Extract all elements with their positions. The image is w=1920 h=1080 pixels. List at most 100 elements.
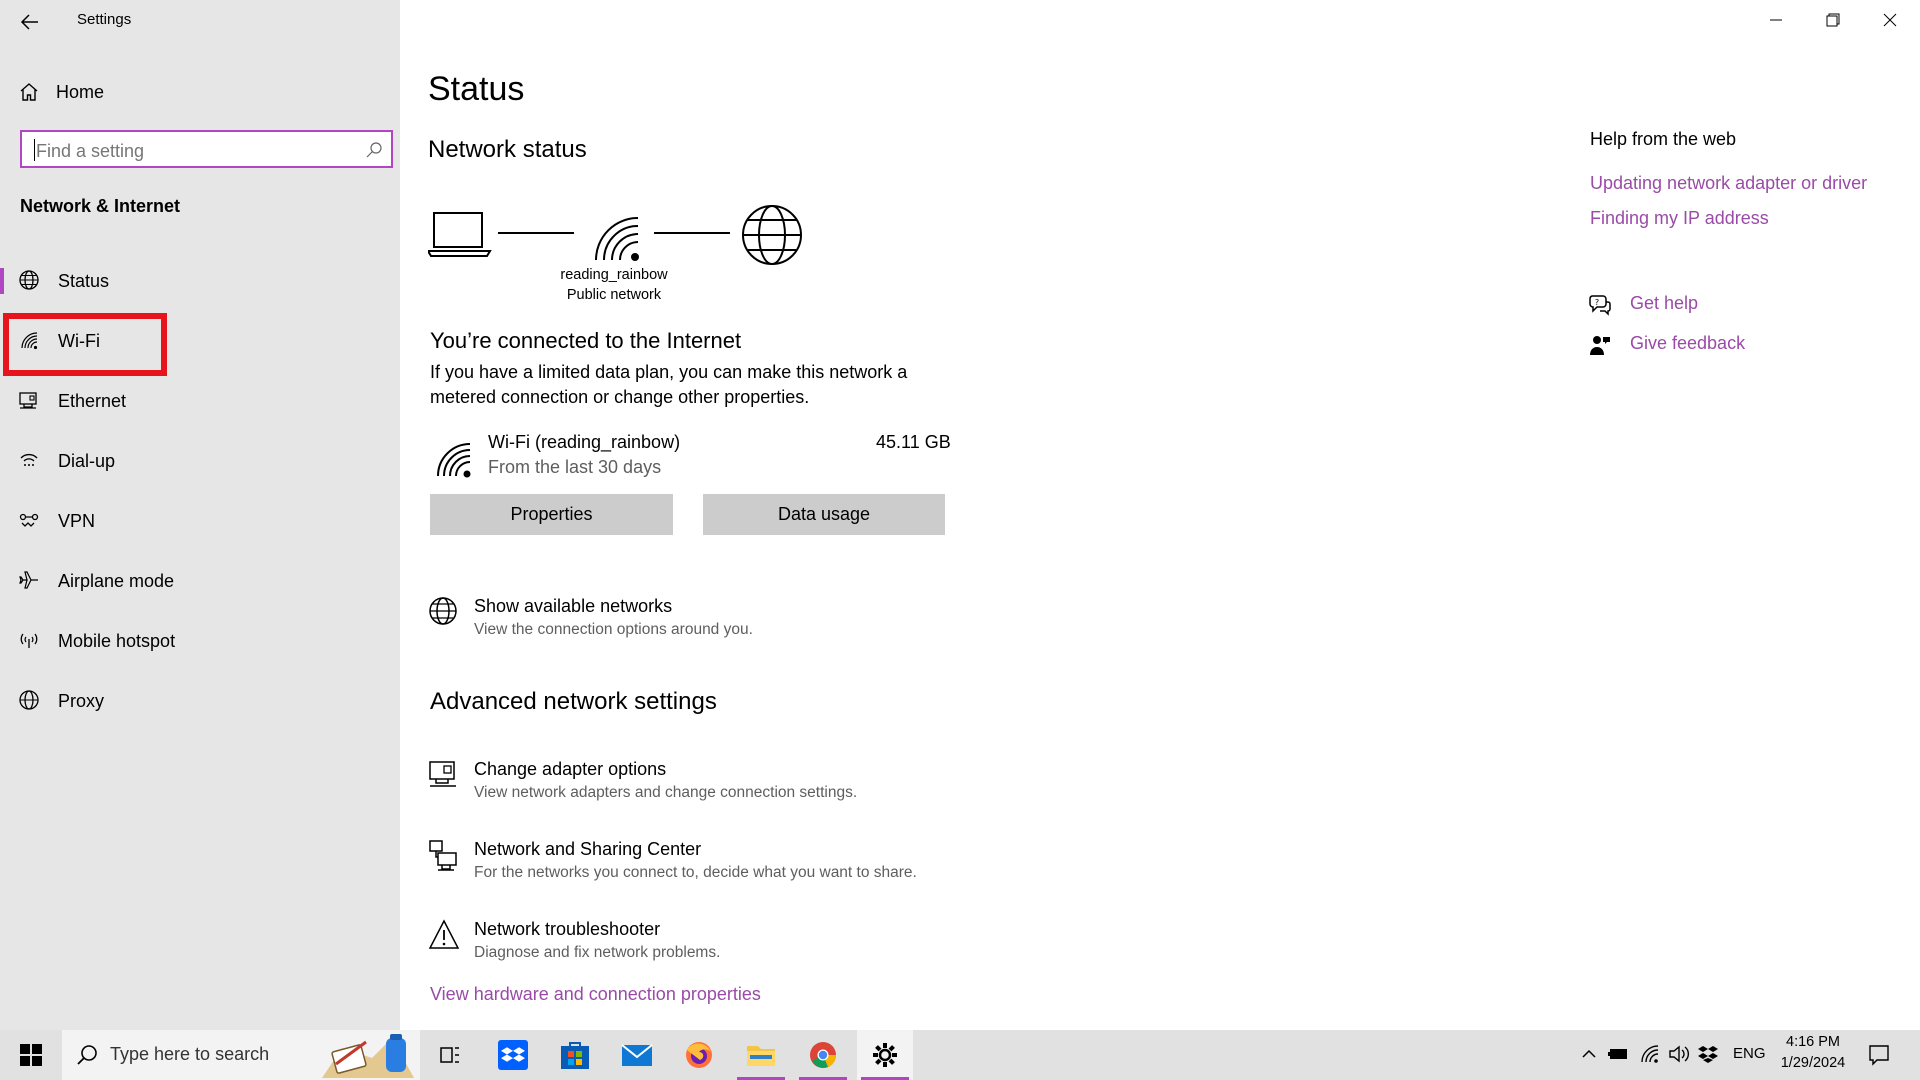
- help-heading: Help from the web: [1590, 129, 1737, 149]
- find-setting-search[interactable]: [20, 130, 393, 168]
- restore-button[interactable]: [1805, 0, 1861, 40]
- sidebar-item-label: Mobile hotspot: [58, 630, 176, 651]
- hardware-properties-link[interactable]: View hardware and connection properties: [430, 984, 761, 1005]
- store-icon: [560, 1040, 590, 1070]
- sidebar-item-dialup[interactable]: Dial-up: [0, 436, 400, 486]
- volume-icon[interactable]: [1668, 1044, 1690, 1064]
- sidebar-item-label: Proxy: [58, 690, 105, 711]
- chrome-icon: [808, 1040, 838, 1070]
- sidebar-item-label: Ethernet: [58, 390, 127, 411]
- taskbar-search-text: Type here to search: [110, 1044, 270, 1064]
- setting-subtitle: View network adapters and change connect…: [474, 784, 858, 801]
- globe-icon: [428, 596, 458, 628]
- firefox-icon: [684, 1040, 714, 1070]
- taskbar-app-dropbox[interactable]: [485, 1030, 541, 1080]
- network-status-heading: Network status: [428, 136, 587, 163]
- home-label: Home: [56, 81, 105, 102]
- globe-icon: [18, 269, 42, 293]
- get-help-link[interactable]: Get help: [1630, 293, 1698, 314]
- taskbar-search-box[interactable]: Type here to search: [62, 1030, 420, 1080]
- setting-title: Network and Sharing Center: [474, 839, 702, 859]
- taskbar-app-chrome[interactable]: [795, 1030, 851, 1080]
- action-center-notification-icon[interactable]: [1868, 1044, 1890, 1066]
- wifi-connection-icon: [434, 440, 474, 480]
- sidebar: Settings Home Network & Internet Status …: [0, 0, 400, 1030]
- sidebar-item-label: VPN: [58, 510, 96, 531]
- close-icon: [1883, 13, 1897, 27]
- ethernet-icon: [18, 389, 42, 413]
- minimize-icon: [1769, 13, 1783, 27]
- help-link-adapter-driver[interactable]: Updating network adapter or driver: [1590, 173, 1867, 194]
- wifi-tray-icon[interactable]: [1640, 1044, 1660, 1064]
- dropbox-tray-icon[interactable]: [1698, 1044, 1718, 1064]
- airplane-icon: [18, 569, 42, 593]
- setting-subtitle: Diagnose and fix network problems.: [474, 944, 721, 961]
- search-icon: [76, 1044, 98, 1066]
- properties-button[interactable]: Properties: [430, 494, 673, 535]
- taskbar-app-file-explorer[interactable]: [733, 1030, 789, 1080]
- sidebar-item-airplane-mode[interactable]: Airplane mode: [0, 556, 400, 606]
- network-type: Public network: [566, 287, 662, 303]
- connection-description: If you have a limited data plan, you can…: [430, 362, 908, 407]
- taskbar-app-store[interactable]: [547, 1030, 603, 1080]
- internet-globe-icon: [742, 205, 802, 265]
- sidebar-item-mobile-hotspot[interactable]: Mobile hotspot: [0, 616, 400, 666]
- setting-subtitle: View the connection options around you.: [474, 621, 753, 638]
- advanced-settings-heading: Advanced network settings: [430, 688, 717, 715]
- get-help-icon: ?: [1588, 293, 1612, 317]
- task-view-button[interactable]: [422, 1030, 478, 1080]
- setting-title: Show available networks: [474, 596, 673, 616]
- dropbox-icon: [498, 1040, 528, 1070]
- sidebar-item-label: Airplane mode: [58, 570, 175, 591]
- mail-icon: [621, 1042, 653, 1068]
- warning-icon: [428, 919, 460, 951]
- connected-heading: You’re connected to the Internet: [430, 328, 742, 353]
- help-link-ip-address[interactable]: Finding my IP address: [1590, 208, 1769, 229]
- sidebar-item-vpn[interactable]: VPN: [0, 496, 400, 546]
- sidebar-item-label: Status: [58, 270, 110, 291]
- back-arrow-icon[interactable]: [18, 10, 42, 34]
- sidebar-item-status[interactable]: Status: [0, 256, 400, 306]
- sidebar-item-proxy[interactable]: Proxy: [0, 676, 400, 726]
- page-title: Status: [428, 70, 525, 108]
- vpn-icon: [18, 509, 42, 533]
- highlight-box: [3, 313, 167, 376]
- setting-title: Change adapter options: [474, 759, 667, 779]
- close-button[interactable]: [1862, 0, 1918, 40]
- search-input[interactable]: [34, 138, 358, 164]
- feedback-icon: [1588, 333, 1612, 357]
- data-usage-button[interactable]: Data usage: [703, 494, 945, 535]
- section-title: Network & Internet: [20, 196, 181, 216]
- give-feedback-link[interactable]: Give feedback: [1630, 333, 1745, 354]
- sidebar-item-label: Dial-up: [58, 450, 116, 471]
- network-diagram: [428, 205, 808, 275]
- taskbar-app-mail[interactable]: [609, 1030, 665, 1080]
- adapter-icon: [428, 759, 458, 791]
- taskbar-app-firefox[interactable]: [671, 1030, 727, 1080]
- battery-icon[interactable]: [1608, 1046, 1630, 1062]
- text-caret: [34, 139, 35, 161]
- home-icon: [18, 81, 40, 103]
- restore-icon: [1826, 13, 1840, 27]
- search-icon[interactable]: [365, 141, 383, 159]
- svg-text:?: ?: [1595, 298, 1599, 307]
- start-button[interactable]: [2, 1030, 60, 1080]
- show-hidden-icons-chevron-icon[interactable]: [1580, 1045, 1598, 1063]
- dialup-icon: [18, 449, 42, 473]
- taskbar-app-settings[interactable]: [857, 1030, 913, 1080]
- clock-time[interactable]: 4:16 PM: [1778, 1034, 1848, 1050]
- language-indicator[interactable]: ENG: [1733, 1045, 1766, 1062]
- search-highlight-icon: [322, 1034, 414, 1078]
- windows-logo-icon: [20, 1044, 42, 1066]
- laptop-icon: [428, 212, 492, 257]
- data-used: 45.11 GB: [876, 432, 951, 452]
- clock-date[interactable]: 1/29/2024: [1774, 1055, 1852, 1071]
- home-nav-item[interactable]: Home: [18, 78, 104, 106]
- file-explorer-icon: [746, 1041, 776, 1069]
- task-view-icon: [438, 1043, 462, 1067]
- setting-subtitle: For the networks you connect to, decide …: [474, 864, 917, 881]
- settings-icon: [872, 1042, 898, 1068]
- minimize-button[interactable]: [1748, 0, 1804, 40]
- taskbar: Type here to search ENG 4:16 PM 1/29/202…: [0, 1030, 1920, 1080]
- sidebar-item-ethernet[interactable]: Ethernet: [0, 376, 400, 426]
